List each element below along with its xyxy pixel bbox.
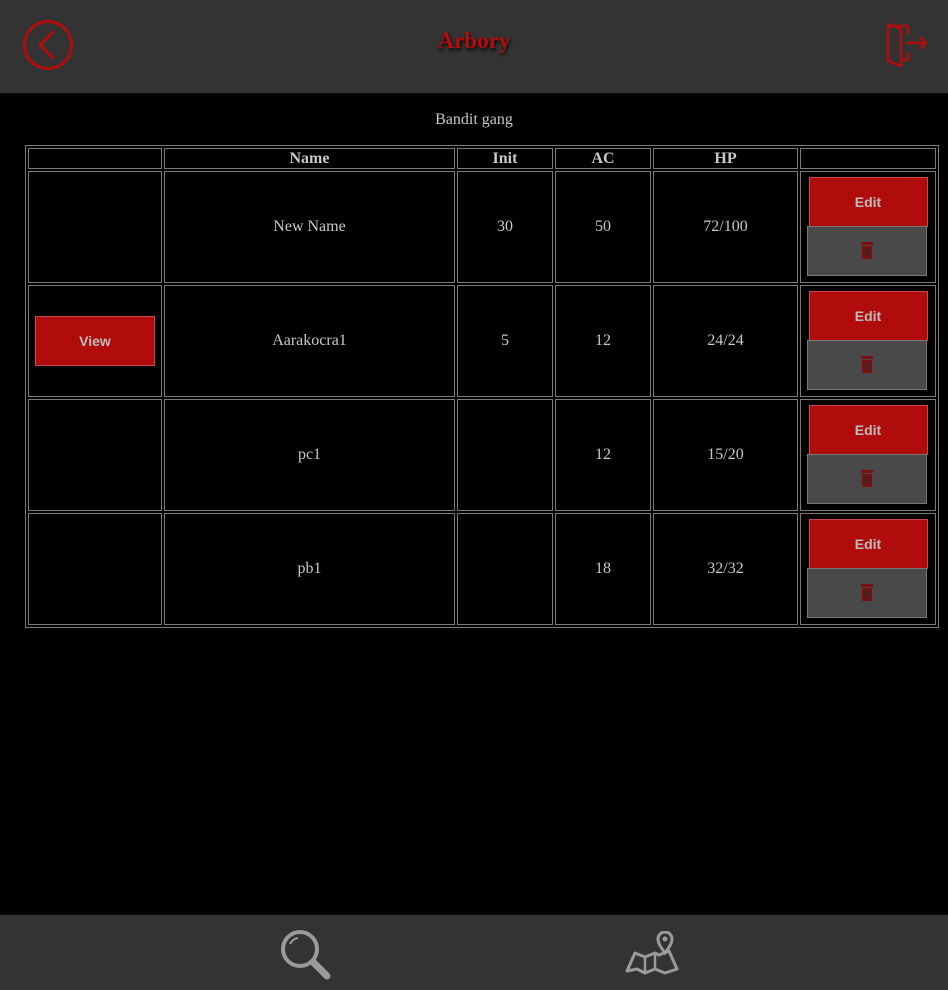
edit-button[interactable]: Edit <box>808 291 928 341</box>
combatant-table: Name Init AC HP New Name 30 50 72/100 Ed… <box>25 145 939 628</box>
view-button[interactable]: View <box>35 316 155 366</box>
init-cell: 30 <box>457 171 553 283</box>
column-header-actions <box>28 148 162 169</box>
view-cell: View <box>28 285 162 397</box>
column-header-init: Init <box>457 148 553 169</box>
init-cell <box>457 399 553 511</box>
hp-cell: 72/100 <box>653 171 798 283</box>
edit-button[interactable]: Edit <box>808 177 928 227</box>
column-header-ac: AC <box>555 148 651 169</box>
hp-cell: 24/24 <box>653 285 798 397</box>
trash-icon <box>861 470 873 487</box>
header-bar: Arbory <box>0 0 948 93</box>
combatant-table-container: Name Init AC HP New Name 30 50 72/100 Ed… <box>25 145 939 628</box>
delete-button[interactable] <box>807 568 927 618</box>
ac-cell: 12 <box>555 285 651 397</box>
column-header-hp: HP <box>653 148 798 169</box>
edit-button[interactable]: Edit <box>808 405 928 455</box>
delete-button[interactable] <box>807 454 927 504</box>
table-header-row: Name Init AC HP <box>28 148 936 169</box>
edit-cell: Edit <box>800 513 936 625</box>
ac-cell: 12 <box>555 399 651 511</box>
table-row: pc1 12 15/20 Edit <box>28 399 936 511</box>
table-row: New Name 30 50 72/100 Edit <box>28 171 936 283</box>
magnifier-icon <box>281 930 331 980</box>
edit-cell: Edit <box>800 285 936 397</box>
table-row: View Aarakocra1 5 12 24/24 Edit <box>28 285 936 397</box>
name-cell: pc1 <box>164 399 455 511</box>
trash-icon <box>861 584 873 601</box>
edit-cell: Edit <box>800 171 936 283</box>
delete-button[interactable] <box>807 340 927 390</box>
group-title: Bandit gang <box>435 111 513 128</box>
app-title: Arbory <box>437 28 511 53</box>
view-cell <box>28 513 162 625</box>
trash-icon <box>861 356 873 373</box>
table-row: pb1 18 32/32 Edit <box>28 513 936 625</box>
init-cell <box>457 513 553 625</box>
name-cell: New Name <box>164 171 455 283</box>
map-button[interactable] <box>625 930 679 977</box>
trash-icon <box>861 242 873 259</box>
edit-button[interactable]: Edit <box>808 519 928 569</box>
logout-button[interactable] <box>884 20 932 68</box>
view-cell <box>28 399 162 511</box>
edit-cell: Edit <box>800 399 936 511</box>
delete-button[interactable] <box>807 226 927 276</box>
name-cell: Aarakocra1 <box>164 285 455 397</box>
init-cell: 5 <box>457 285 553 397</box>
name-cell: pb1 <box>164 513 455 625</box>
column-header-edit <box>800 148 936 169</box>
hp-cell: 15/20 <box>653 399 798 511</box>
footer-bar <box>0 915 948 990</box>
exit-door-icon <box>886 22 928 68</box>
view-cell <box>28 171 162 283</box>
hp-cell: 32/32 <box>653 513 798 625</box>
ac-cell: 18 <box>555 513 651 625</box>
map-pin-icon <box>625 930 679 975</box>
column-header-name: Name <box>164 148 455 169</box>
ac-cell: 50 <box>555 171 651 283</box>
search-button[interactable] <box>278 927 332 981</box>
